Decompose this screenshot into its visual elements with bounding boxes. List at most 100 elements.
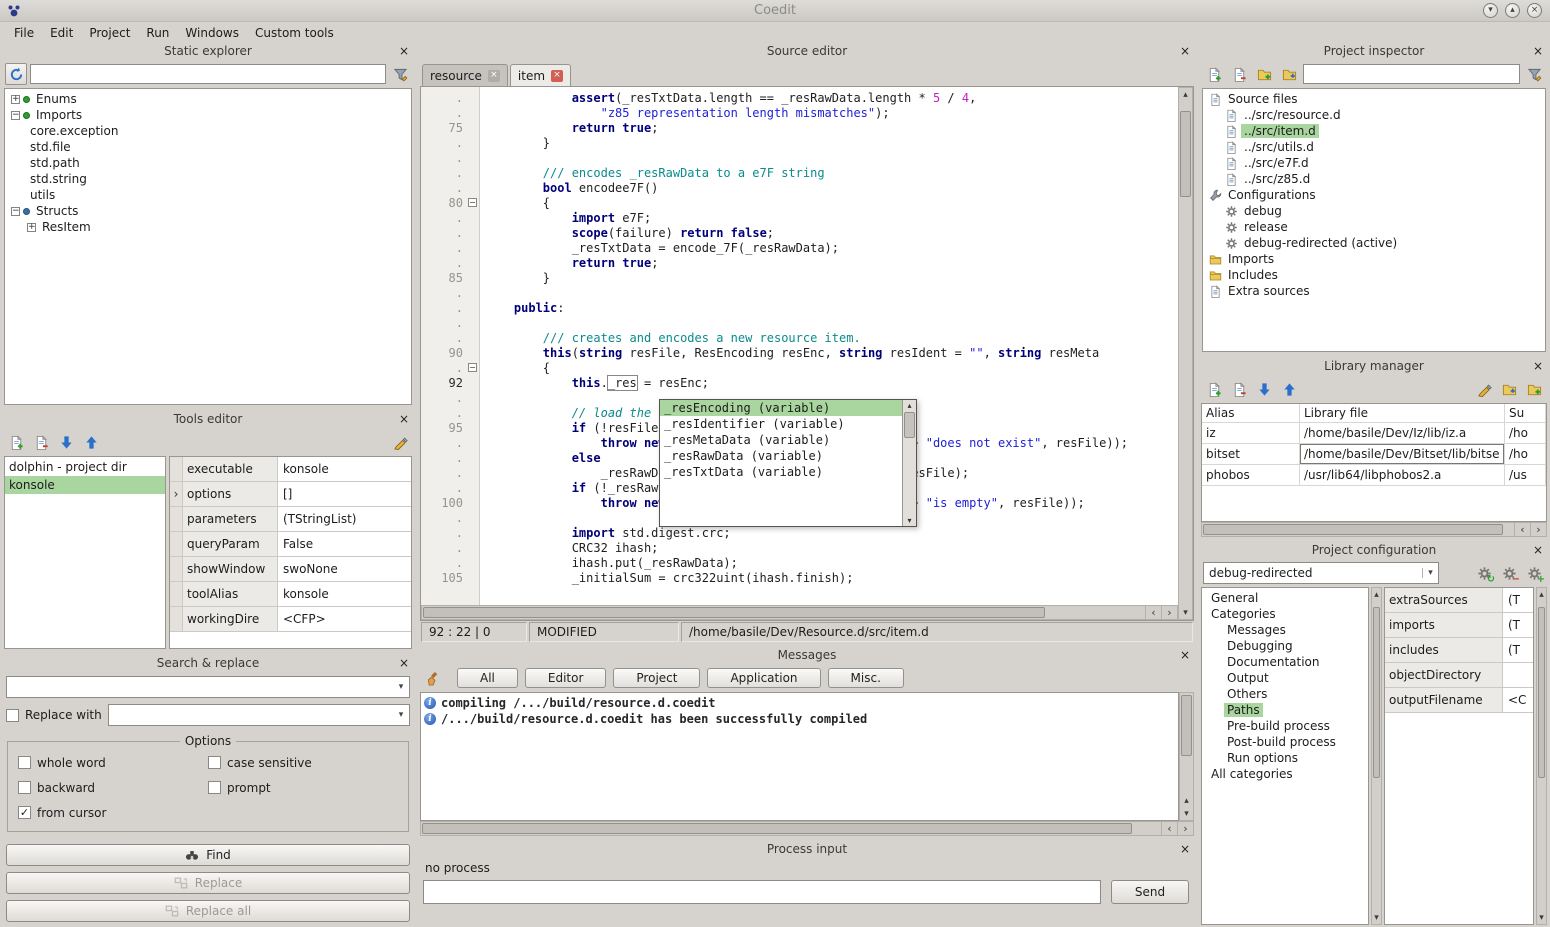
tree-item[interactable]: utils [5,187,411,203]
scroll-down-icon[interactable]: ▾ [1372,911,1381,924]
properties-scrollbar[interactable]: ▴ ▾ [1536,587,1547,925]
property-value[interactable]: <C [1503,688,1533,712]
tree-item[interactable]: release [1203,219,1545,235]
scroll-thumb[interactable] [1180,111,1191,197]
property-row[interactable]: parameters(TStringList) [170,507,411,532]
clear-messages-button[interactable] [422,667,444,689]
close-tab-icon[interactable]: × [488,70,500,82]
scroll-right-icon[interactable]: › [1177,822,1193,835]
checkbox-box[interactable] [208,781,221,794]
symbol-search-input[interactable] [30,64,386,84]
column-header[interactable]: Alias [1202,404,1300,422]
add-library-folder-button[interactable] [1523,378,1545,400]
scroll-thumb[interactable] [904,412,915,438]
scroll-up-icon[interactable]: ▴ [1179,88,1192,101]
tree-item[interactable]: Source files [1203,91,1545,107]
tree-item[interactable]: Pre-build process [1202,718,1368,734]
completion-item[interactable]: _resEncoding (variable) [660,400,902,416]
tree-item[interactable]: Output [1202,670,1368,686]
tree-item[interactable]: +Enums [5,91,411,107]
menu-custom-tools[interactable]: Custom tools [247,24,342,42]
library-horizontal-scrollbar[interactable]: ‹ › [1201,522,1547,537]
window-shade-button[interactable]: ▾ [1483,3,1498,18]
close-icon[interactable]: × [399,655,409,672]
tree-item[interactable]: Imports [1203,251,1545,267]
property-row[interactable]: includes(T [1385,638,1533,663]
property-value[interactable]: <CFP> [278,607,411,631]
messages-horizontal-scrollbar[interactable]: ‹ › [420,821,1194,836]
backward-checkbox[interactable]: backward [18,775,208,800]
scroll-down-icon[interactable]: ▾ [1180,807,1193,820]
code-area[interactable]: assert(_resTxtData.length == _resRawData… [480,87,1178,605]
fold-icon[interactable]: − [468,198,477,207]
menu-edit[interactable]: Edit [42,24,81,42]
tree-item[interactable]: ../src/e7F.d [1203,155,1545,171]
filter-button[interactable] [1523,63,1545,85]
scroll-left-icon[interactable]: ‹ [1145,606,1161,619]
editor-vertical-scrollbar[interactable]: ▴ ▾ [1178,87,1193,620]
property-row[interactable]: queryParamFalse [170,532,411,557]
expand-icon[interactable]: + [27,223,36,232]
checkbox-box[interactable] [208,756,221,769]
edit-library-button[interactable] [1473,378,1495,400]
close-icon[interactable]: × [1180,647,1190,664]
tab-resource[interactable]: resource × [422,64,508,86]
close-icon[interactable]: × [1180,43,1190,60]
remove-tool-button[interactable] [30,431,52,453]
tree-item[interactable]: Others [1202,686,1368,702]
close-tab-icon[interactable]: × [551,70,563,82]
tree-item[interactable]: +ResItem [5,219,411,235]
scroll-up-icon[interactable]: ▴ [1180,794,1193,807]
scroll-up-icon[interactable]: ▴ [1537,588,1546,601]
add-folder-button[interactable] [1253,63,1275,85]
replace-term-combo[interactable]: ▾ [108,704,410,726]
process-input-field[interactable] [423,880,1101,904]
list-item[interactable]: konsole [5,476,165,494]
message-row[interactable]: icompiling /.../build/resource.d.coedit [421,695,1178,711]
property-row[interactable]: toolAliaskonsole [170,582,411,607]
scroll-thumb[interactable] [1203,524,1503,535]
scroll-right-icon[interactable]: › [1161,606,1177,619]
property-row[interactable]: executablekonsole [170,457,411,482]
tree-item[interactable]: core.exception [5,123,411,139]
property-value[interactable]: (T [1503,613,1533,637]
list-item[interactable]: dolphin - project dir [5,458,165,476]
message-row[interactable]: i/.../build/resource.d.coedit has been s… [421,711,1178,727]
library-row[interactable]: iz/home/basile/Dev/Iz/lib/iz.a/ho [1202,423,1546,444]
completion-scrollbar[interactable]: ▴ ▾ [902,400,916,526]
tree-item[interactable]: debug-redirected (active) [1203,235,1545,251]
tree-item[interactable]: Debugging [1202,638,1368,654]
collapse-icon[interactable]: − [11,207,20,216]
scroll-up-icon[interactable]: ▴ [1372,588,1381,601]
filter-button[interactable] [389,63,411,85]
tree-item[interactable]: −Structs [5,203,411,219]
remove-library-button[interactable] [1228,378,1250,400]
move-library-down-button[interactable] [1253,378,1275,400]
close-icon[interactable]: × [1533,43,1543,60]
tree-item[interactable]: debug [1203,203,1545,219]
tree-item[interactable]: All categories [1202,766,1368,782]
checkbox-box[interactable] [6,709,19,722]
replace-all-button[interactable]: Replace all [6,900,410,922]
tree-item[interactable]: Messages [1202,622,1368,638]
checkbox-box[interactable] [18,756,31,769]
completion-item[interactable]: _resRawData (variable) [660,448,902,464]
library-cell[interactable]: /us [1505,465,1546,485]
scroll-thumb[interactable] [1373,607,1380,778]
sync-configuration-button[interactable]: ↻ [1473,562,1495,584]
property-value[interactable]: [] [278,482,411,506]
remove-configuration-button[interactable]: − [1498,562,1520,584]
library-row[interactable]: phobos/usr/lib64/libphobos2.a/us [1202,465,1546,486]
scroll-down-icon[interactable]: ▾ [903,515,916,526]
tree-item[interactable]: Configurations [1203,187,1545,203]
dropdown-icon[interactable]: ▾ [393,682,409,692]
property-value[interactable]: (T [1503,638,1533,662]
tree-item[interactable]: Documentation [1202,654,1368,670]
completion-item[interactable]: _resTxtData (variable) [660,464,902,480]
tree-item[interactable]: ../src/z85.d [1203,171,1545,187]
library-cell[interactable]: /ho [1505,423,1546,443]
scroll-thumb[interactable] [422,823,1132,834]
replace-button[interactable]: Replace [6,872,410,894]
menu-project[interactable]: Project [81,24,138,42]
library-cell[interactable]: iz [1202,423,1300,443]
